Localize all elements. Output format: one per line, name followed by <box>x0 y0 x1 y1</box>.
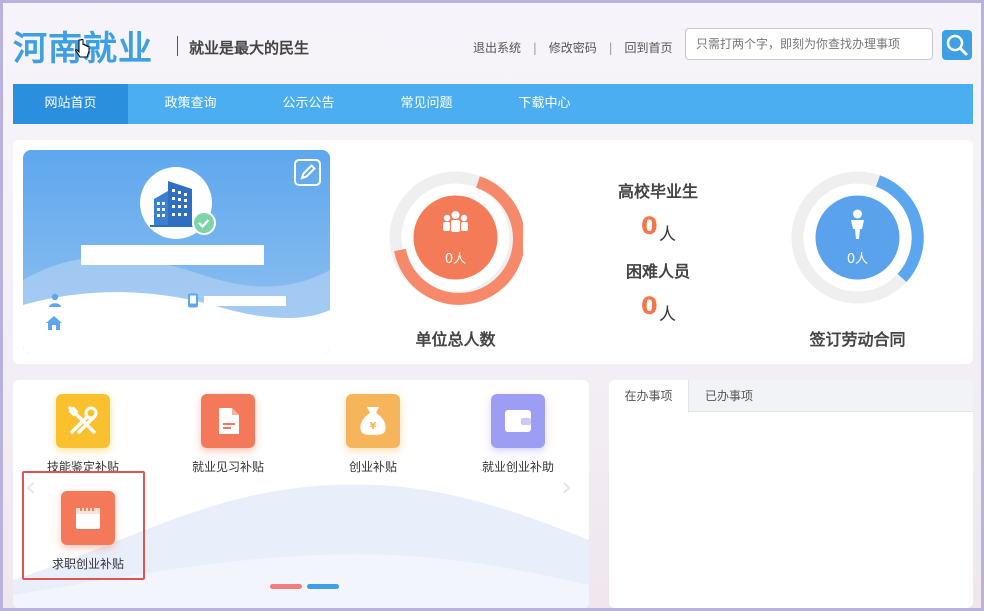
contracts-value: 0人 <box>846 252 869 267</box>
user-icon <box>49 293 61 307</box>
tile-label: 就业见习补贴 <box>191 460 264 474</box>
top-links: 退出系统 | 修改密码 | 回到首页 <box>473 39 672 56</box>
tab-in-progress[interactable]: 在办事项 <box>609 380 689 413</box>
total-employees-value: 0人 <box>444 252 467 267</box>
phone-number-redacted <box>204 296 286 306</box>
nav-item-notices[interactable]: 公示公告 <box>251 84 366 124</box>
edit-profile-button[interactable] <box>294 159 321 186</box>
nav-item-home[interactable]: 网站首页 <box>13 84 128 124</box>
wallet-icon <box>491 394 545 448</box>
company-profile-card <box>23 150 330 354</box>
graduates-label: 高校毕业生 <box>617 182 698 201</box>
contracts-ring <box>791 171 924 304</box>
nav-item-downloads[interactable]: 下载中心 <box>487 84 602 124</box>
subsidy-tile-job-seeking[interactable]: 求职创业补贴 <box>28 483 148 573</box>
graduates-unit: 人 <box>659 225 676 245</box>
subsidy-tile-internship[interactable]: 就业见习补贴 <box>168 386 288 476</box>
calendar-icon <box>61 491 115 545</box>
tile-label: 求职创业补贴 <box>51 557 124 571</box>
nav-item-faq[interactable]: 常见问题 <box>369 84 484 124</box>
carousel-next-arrow-icon[interactable]: › <box>561 470 572 503</box>
logo-divider <box>177 36 178 56</box>
search-button[interactable] <box>942 30 972 60</box>
change-password-link[interactable]: 修改密码 <box>549 41 597 55</box>
total-employees-ring <box>389 171 523 305</box>
stats-panel: 0人 单位总人数 高校毕业生 0 人 困难人员 0 人 0人 签订劳动合同 <box>13 140 973 364</box>
phone-icon <box>188 293 198 308</box>
carousel-prev-arrow-icon[interactable]: ‹ <box>25 470 36 503</box>
main-nav: 网站首页 政策查询 公示公告 常见问题 下载中心 <box>13 84 973 124</box>
link-separator: | <box>532 41 537 55</box>
tasks-tabs: 在办事项 已办事项 <box>609 380 973 413</box>
hardship-unit: 人 <box>659 305 676 325</box>
search-input[interactable] <box>685 28 933 60</box>
subsidy-tile-skill-appraisal[interactable]: 技能鉴定补贴 <box>23 386 143 476</box>
hardship-value: 0 <box>641 292 658 320</box>
svg-text:¥: ¥ <box>370 421 377 432</box>
carousel-dot-2[interactable] <box>307 584 339 589</box>
nav-item-policy[interactable]: 政策查询 <box>133 84 248 124</box>
home-link[interactable]: 回到首页 <box>624 41 672 55</box>
link-separator: | <box>608 41 613 55</box>
money-bag-icon: ¥ <box>346 394 400 448</box>
verified-badge-icon <box>192 211 216 235</box>
tools-icon <box>56 394 110 448</box>
home-icon <box>46 316 62 330</box>
tasks-panel: 在办事项 已办事项 <box>609 380 973 608</box>
subsidy-tile-startup[interactable]: ¥ 创业补贴 <box>313 386 433 476</box>
hardship-label: 困难人员 <box>625 262 690 281</box>
logout-link[interactable]: 退出系统 <box>473 41 521 55</box>
graduates-value: 0 <box>641 212 658 240</box>
total-employees-label: 单位总人数 <box>415 330 496 349</box>
subsidy-carousel: 技能鉴定补贴 就业见习补贴 ¥ 创业补贴 就业创业补助 求职创业补贴 ‹ › <box>13 380 589 608</box>
tab-completed[interactable]: 已办事项 <box>689 380 769 413</box>
contact-name-redacted <box>66 296 92 306</box>
tile-label: 创业补贴 <box>348 460 397 474</box>
tile-label: 就业创业补助 <box>481 460 554 474</box>
slogan: 就业是最大的民生 <box>189 39 310 57</box>
edit-icon <box>300 164 316 180</box>
tile-label: 技能鉴定补贴 <box>46 460 119 474</box>
search-icon <box>946 34 968 56</box>
address-redacted <box>66 319 101 329</box>
document-icon <box>201 394 255 448</box>
carousel-dot-1[interactable] <box>270 584 302 589</box>
mouse-cursor-icon <box>75 39 90 58</box>
subsidy-tile-entrepreneurship-aid[interactable]: 就业创业补助 <box>458 386 578 476</box>
header: 河南就业 就业是最大的民生 退出系统 | 修改密码 | 回到首页 <box>3 3 981 87</box>
contracts-label: 签订劳动合同 <box>809 330 906 349</box>
company-name-redacted <box>81 245 264 265</box>
